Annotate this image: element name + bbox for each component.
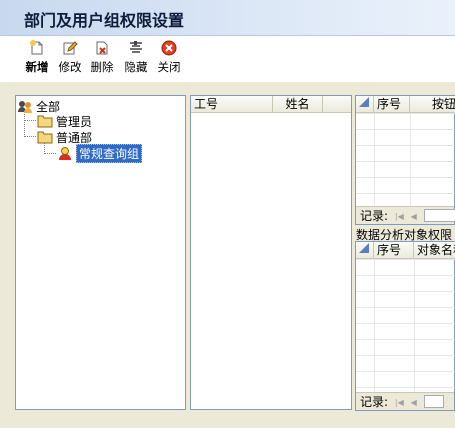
hide-icon — [130, 41, 142, 53]
tree-root[interactable]: 全部 — [17, 98, 60, 114]
edit-button-label: 修改 — [58, 60, 82, 74]
close-circle-icon — [161, 40, 177, 56]
grid-header: 工号 姓名 — [191, 96, 351, 113]
user-group-icon — [59, 147, 71, 160]
record-number-input[interactable] — [424, 209, 455, 222]
grid-column-divider — [414, 259, 415, 392]
column-header-sequence-label: 序号 — [377, 243, 402, 257]
tree-node-admin[interactable]: 管理员 — [37, 113, 92, 129]
record-navigator: 记录: |◀ ◀ — [356, 392, 454, 410]
record-number-input[interactable] — [424, 395, 444, 408]
toolbar-separator — [0, 82, 455, 94]
tree-node-label-selected: 常规查询组 — [76, 143, 143, 163]
column-header-object-name[interactable]: 对象名称 — [414, 242, 455, 259]
delete-button-label: 删除 — [90, 60, 114, 74]
grid-header: 序号 按钮 — [356, 96, 455, 113]
column-header-sequence[interactable]: 序号 — [374, 96, 410, 113]
tree-node-query-group[interactable]: 常规查询组 — [57, 143, 143, 163]
close-button[interactable]: 关闭 — [153, 40, 185, 76]
status-bar — [0, 412, 455, 428]
column-header-sequence[interactable]: 序号 — [374, 242, 414, 259]
edit-button[interactable]: 修改 — [54, 40, 86, 76]
delete-document-icon — [96, 41, 108, 55]
previous-record-icon[interactable]: ◀ — [411, 212, 417, 221]
grid-column-divider — [374, 113, 375, 207]
users-grid[interactable]: 工号 姓名 — [190, 95, 352, 410]
edit-icon — [63, 41, 78, 55]
window-title: 部门及用户组权限设置 — [24, 11, 185, 30]
previous-record-icon[interactable]: ◀ — [411, 398, 417, 407]
select-all-corner[interactable] — [356, 242, 374, 259]
tree-connector — [24, 110, 25, 137]
record-navigator: 记录: |◀ ◀ — [356, 206, 455, 224]
record-label: 记录: — [360, 395, 389, 409]
corner-triangle-icon — [359, 243, 369, 253]
tree-connector — [44, 153, 56, 154]
column-header-button[interactable]: 按钮 — [410, 96, 455, 113]
grid-column-divider — [374, 259, 375, 392]
grid-body — [356, 259, 455, 392]
new-document-icon — [30, 40, 43, 55]
folder-open-icon — [37, 131, 53, 144]
title-bar: 部门及用户组权限设置 — [0, 0, 455, 36]
record-label: 记录: — [360, 209, 389, 223]
folder-icon — [37, 115, 53, 128]
new-button-label: 新增 — [25, 60, 49, 74]
new-button[interactable]: 新增 — [21, 40, 53, 76]
hide-button[interactable]: 隐藏 — [120, 40, 152, 76]
first-record-icon[interactable]: |◀ — [395, 398, 404, 407]
data-objects-grid[interactable]: 序号 对象名称 记录: |◀ ◀ — [355, 241, 455, 411]
column-header-sequence-label: 序号 — [377, 97, 402, 111]
tree-node-label: 管理员 — [56, 114, 93, 129]
delete-button[interactable]: 删除 — [86, 40, 118, 76]
grid-header: 序号 对象名称 — [356, 242, 455, 259]
permissions-grid[interactable]: 序号 按钮 记录: |◀ ◀ — [355, 95, 455, 225]
select-all-corner[interactable] — [356, 96, 374, 113]
column-header-name[interactable]: 姓名 — [273, 96, 323, 113]
corner-triangle-icon — [359, 97, 369, 107]
hide-button-label: 隐藏 — [124, 60, 148, 74]
department-tree[interactable]: 全部 管理员 普通部 常规查询组 — [15, 95, 186, 410]
grid-body — [356, 113, 455, 207]
toolbar: 新增 修改 删除 隐藏 关闭 — [0, 36, 455, 82]
tree-connector — [24, 136, 36, 137]
grid-column-divider — [410, 113, 411, 207]
close-button-label: 关闭 — [157, 60, 181, 74]
column-header-employee-id[interactable]: 工号 — [191, 96, 273, 113]
tree-connector — [24, 120, 36, 121]
first-record-icon[interactable]: |◀ — [395, 212, 404, 221]
users-group-icon — [18, 101, 32, 113]
